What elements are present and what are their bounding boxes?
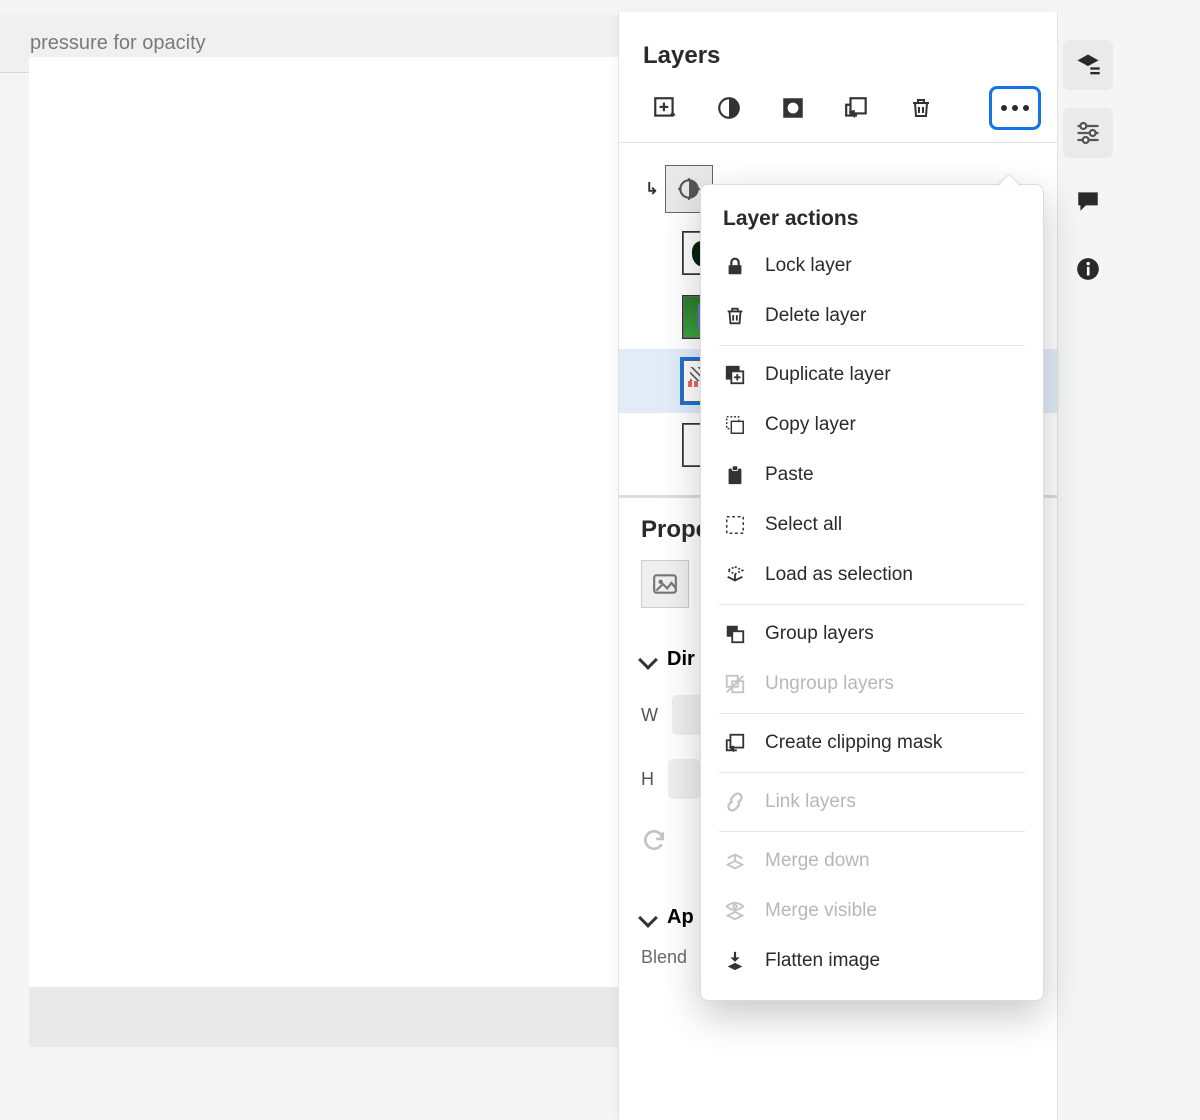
menu-item-label: Ungroup layers [765,673,894,695]
ungroup-icon [723,672,747,696]
lock-icon [723,254,747,278]
layer-type-chip [641,560,689,608]
layers-toolbar [619,82,1057,142]
menu-separator [719,713,1025,714]
delete-layer-button[interactable] [899,86,943,130]
comments-panel-toggle[interactable] [1063,176,1113,226]
menu-item-mvis: Merge visible [701,886,1043,936]
right-rail [1058,0,1118,1120]
layer-actions-button[interactable] [989,86,1041,130]
menu-item-delete[interactable]: Delete layer [701,291,1043,341]
group-icon [723,622,747,646]
menu-separator [719,345,1025,346]
canvas-bottom-edge [29,987,618,1047]
menu-title: Layer actions [701,207,1043,241]
clip-indicator-icon: ↳ [643,179,665,199]
clipping-mask-button[interactable] [835,86,879,130]
menu-item-lock[interactable]: Lock layer [701,241,1043,291]
menu-item-label: Load as selection [765,564,913,586]
menu-item-label: Delete layer [765,305,866,327]
menu-item-label: Merge down [765,850,870,872]
trash-icon [723,304,747,328]
merge-visible-icon [723,899,747,923]
menu-item-label: Group layers [765,623,874,645]
menu-separator [719,604,1025,605]
add-mask-button[interactable] [771,86,815,130]
menu-item-label: Duplicate layer [765,364,891,386]
menu-item-flatten[interactable]: Flatten image [701,936,1043,986]
copy-icon [723,413,747,437]
duplicate-icon [723,363,747,387]
new-layer-button[interactable] [643,86,687,130]
brush-pressure-hint: pressure for opacity [30,32,206,55]
menu-separator [719,772,1025,773]
menu-item-loadsel[interactable]: Load as selection [701,550,1043,600]
menu-item-copy[interactable]: Copy layer [701,400,1043,450]
layer-actions-menu: Layer actions Lock layer Delete layer Dupl… [700,184,1044,1001]
menu-item-paste[interactable]: Paste [701,450,1043,500]
select-all-icon [723,513,747,537]
menu-item-mdown: Merge down [701,836,1043,886]
paste-icon [723,463,747,487]
menu-item-ungroup: Ungroup layers [701,659,1043,709]
menu-item-label: Flatten image [765,950,880,972]
layers-panel-toggle[interactable] [1063,40,1113,90]
menu-separator [719,831,1025,832]
canvas-area: pressure for opacity [0,0,618,1120]
chevron-down-icon [638,650,658,670]
menu-item-label: Link layers [765,791,856,813]
menu-item-label: Lock layer [765,255,852,277]
menu-item-label: Create clipping mask [765,732,942,754]
height-field[interactable] [668,759,700,799]
flatten-icon [723,949,747,973]
menu-item-duplicate[interactable]: Duplicate layer [701,350,1043,400]
load-selection-icon [723,563,747,587]
menu-item-link: Link layers [701,777,1043,827]
menu-item-label: Select all [765,514,842,536]
layers-panel-title: Layers [643,42,1033,70]
menu-item-group[interactable]: Group layers [701,609,1043,659]
height-label: H [641,769,654,790]
adjustment-layer-button[interactable] [707,86,751,130]
link-icon [723,790,747,814]
menu-item-label: Merge visible [765,900,877,922]
menu-item-selectall[interactable]: Select all [701,500,1043,550]
merge-down-icon [723,849,747,873]
menu-item-clip[interactable]: Create clipping mask [701,718,1043,768]
clipping-mask-icon [723,731,747,755]
adjustments-panel-toggle[interactable] [1063,108,1113,158]
menu-item-label: Copy layer [765,414,856,436]
width-label: W [641,705,658,726]
info-panel-toggle[interactable] [1063,244,1113,294]
chevron-down-icon [638,908,658,928]
document-canvas[interactable] [29,57,618,987]
menu-item-label: Paste [765,464,814,486]
